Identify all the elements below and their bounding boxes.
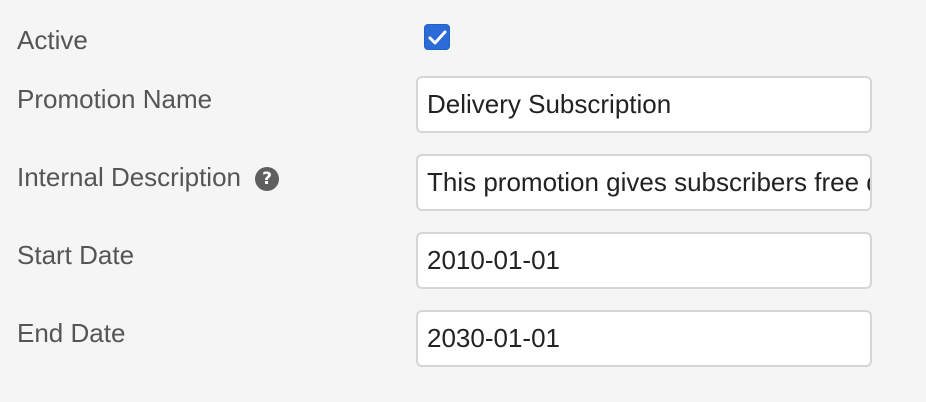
internal-description-label: Internal Description xyxy=(17,162,241,192)
start-date-label: Start Date xyxy=(17,240,135,270)
end-date-input[interactable] xyxy=(416,310,872,367)
promotion-name-input[interactable] xyxy=(416,76,872,133)
active-label: Active xyxy=(17,25,88,55)
promotion-form: Active Promotion Name Internal Descripti… xyxy=(0,0,926,402)
promotion-name-label: Promotion Name xyxy=(17,84,213,114)
active-checkbox[interactable] xyxy=(424,24,450,50)
start-date-input[interactable] xyxy=(416,232,872,289)
end-date-label: End Date xyxy=(17,318,126,348)
internal-description-input[interactable] xyxy=(416,154,872,211)
question-circle-icon[interactable]: ? xyxy=(255,167,279,191)
internal-description-label-row: Internal Description? xyxy=(17,161,279,193)
checkmark-icon xyxy=(428,30,447,45)
